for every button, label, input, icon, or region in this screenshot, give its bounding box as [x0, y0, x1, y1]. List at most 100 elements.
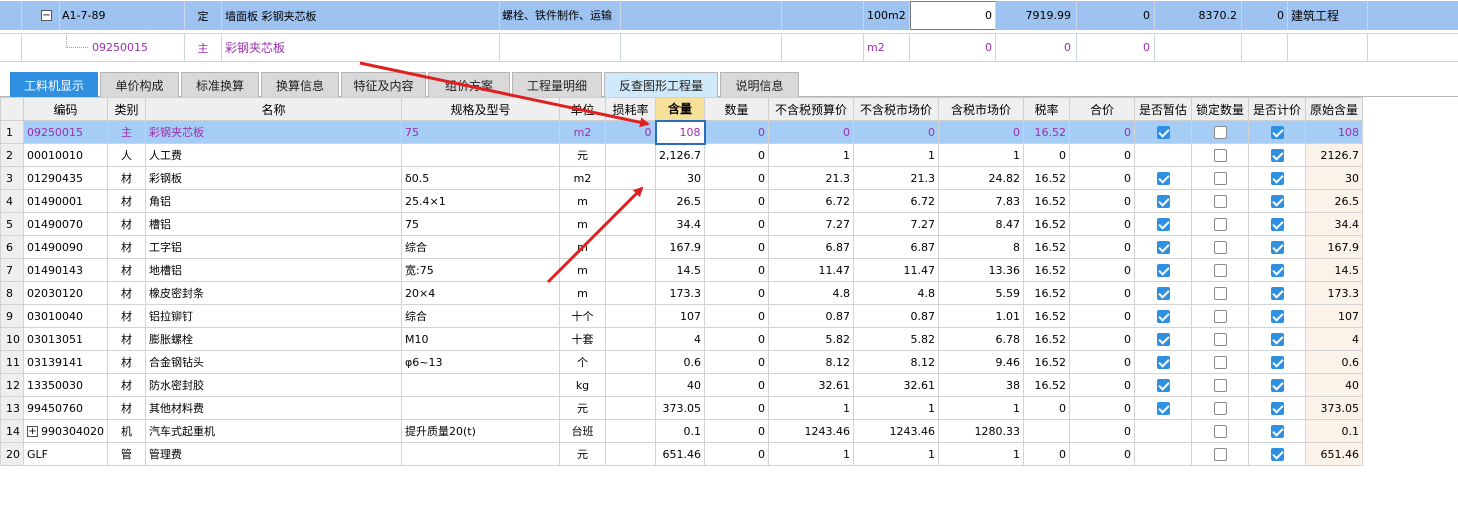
cell-market-price[interactable]: 32.61: [853, 373, 939, 397]
cell-quantity[interactable]: 0: [704, 419, 769, 443]
cell-spec[interactable]: M10: [401, 327, 560, 351]
cell-total[interactable]: 0: [1069, 373, 1135, 397]
cell-quantity[interactable]: 0: [704, 396, 769, 420]
cell-loss-rate[interactable]: [605, 350, 656, 374]
item-qty-input[interactable]: 0: [910, 1, 996, 30]
cell-is-estimate[interactable]: [1134, 304, 1192, 328]
checkbox[interactable]: [1156, 332, 1170, 346]
cell-is-priced[interactable]: [1248, 258, 1306, 282]
checkbox[interactable]: [1213, 286, 1227, 300]
cell-spec[interactable]: 综合: [401, 304, 560, 328]
cell-is-estimate[interactable]: [1134, 235, 1192, 259]
cell-unit[interactable]: 元: [559, 143, 606, 167]
cell-content[interactable]: 2,126.7: [655, 143, 705, 167]
collapse-icon[interactable]: −: [41, 10, 52, 21]
checkbox[interactable]: [1270, 447, 1284, 461]
table-row[interactable]: 4 01490001 材角铝 25.4×1 m 26.5 0 6.72 6.72 7.83 16.5…: [0, 189, 1363, 213]
cell-name[interactable]: 彩钢板: [145, 166, 402, 190]
cell-budget-price[interactable]: 1: [768, 442, 854, 466]
cell-is-estimate[interactable]: [1134, 327, 1192, 351]
cell-is-estimate[interactable]: [1134, 373, 1192, 397]
checkbox[interactable]: [1270, 309, 1284, 323]
cell-is-estimate[interactable]: [1134, 419, 1192, 443]
cell-quantity[interactable]: 0: [704, 258, 769, 282]
table-row[interactable]: 9 03010040 材铝拉铆钉 综合 十个 107 0 0.87 0.87 1.01 16.52 0…: [0, 304, 1363, 328]
cell-unit[interactable]: m2: [559, 166, 606, 190]
cell-name[interactable]: 地槽铝: [145, 258, 402, 282]
cell-is-estimate[interactable]: [1134, 442, 1192, 466]
cell-market-price[interactable]: 0: [853, 120, 939, 144]
cell-market-price[interactable]: 21.3: [853, 166, 939, 190]
header-lock-qty[interactable]: 锁定数量: [1191, 97, 1249, 121]
cell-category[interactable]: 人: [107, 143, 146, 167]
cell-quantity[interactable]: 0: [704, 281, 769, 305]
cell-tax-market-price[interactable]: 7.83: [938, 189, 1024, 213]
table-row[interactable]: 12 13350030 材防水密封胶 kg 40 0 32.61 32.61 38 16.52 0 4…: [0, 373, 1363, 397]
cell-unit[interactable]: 个: [559, 350, 606, 374]
cell-tax-market-price[interactable]: 5.59: [938, 281, 1024, 305]
table-row[interactable]: 20 GLF 管管理费元 651.46 0 1 1 1 0 0 651.46: [0, 442, 1363, 466]
cell-is-priced[interactable]: [1248, 120, 1306, 144]
cell-budget-price[interactable]: 0.87: [768, 304, 854, 328]
cell-total[interactable]: 0: [1069, 143, 1135, 167]
header-content[interactable]: 含量: [655, 97, 705, 121]
cell-quantity[interactable]: 0: [704, 120, 769, 144]
cell-is-priced[interactable]: [1248, 373, 1306, 397]
checkbox[interactable]: [1156, 401, 1170, 415]
cell-category[interactable]: 材: [107, 258, 146, 282]
cell-name[interactable]: 其他材料费: [145, 396, 402, 420]
cell-tax-market-price[interactable]: 6.78: [938, 327, 1024, 351]
checkbox[interactable]: [1213, 332, 1227, 346]
cell-name[interactable]: 合金钢钻头: [145, 350, 402, 374]
cell-unit[interactable]: 十个: [559, 304, 606, 328]
checkbox[interactable]: [1156, 171, 1170, 185]
cell-is-estimate[interactable]: [1134, 281, 1192, 305]
cell-code[interactable]: 00010010: [23, 143, 108, 167]
cell-name[interactable]: 膨胀螺栓: [145, 327, 402, 351]
item-row-selected[interactable]: − A1-7-89 定 墙面板 彩钢夹芯板 螺栓、铁件制作、运输 100m2 0…: [0, 1, 1458, 30]
cell-market-price[interactable]: 1: [853, 442, 939, 466]
cell-market-price[interactable]: 6.72: [853, 189, 939, 213]
checkbox[interactable]: [1270, 263, 1284, 277]
checkbox[interactable]: [1270, 240, 1284, 254]
cell-quantity[interactable]: 0: [704, 350, 769, 374]
cell-code[interactable]: GLF: [23, 442, 108, 466]
cell-is-priced[interactable]: [1248, 350, 1306, 374]
cell-lock-qty[interactable]: [1191, 327, 1249, 351]
header-spec[interactable]: 规格及型号: [401, 97, 560, 121]
cell-content[interactable]: 34.4: [655, 212, 705, 236]
header-budget-price[interactable]: 不含税预算价: [768, 97, 854, 121]
cell-market-price[interactable]: 6.87: [853, 235, 939, 259]
checkbox[interactable]: [1156, 355, 1170, 369]
cell-total[interactable]: 0: [1069, 396, 1135, 420]
cell-budget-price[interactable]: 4.8: [768, 281, 854, 305]
checkbox[interactable]: [1213, 447, 1227, 461]
cell-loss-rate[interactable]: [605, 419, 656, 443]
cell-market-price[interactable]: 5.82: [853, 327, 939, 351]
cell-tax-rate[interactable]: 16.52: [1023, 327, 1070, 351]
cell-spec[interactable]: δ0.5: [401, 166, 560, 190]
checkbox[interactable]: [1213, 148, 1227, 162]
checkbox[interactable]: [1270, 424, 1284, 438]
table-row[interactable]: 13 99450760 材其他材料费元 373.05 0 1 1 1 0 0 373.05: [0, 396, 1363, 420]
cell-code[interactable]: 02030120: [23, 281, 108, 305]
header-name[interactable]: 名称: [145, 97, 402, 121]
cell-is-priced[interactable]: [1248, 442, 1306, 466]
cell-total[interactable]: 0: [1069, 442, 1135, 466]
header-total[interactable]: 合价: [1069, 97, 1135, 121]
cell-quantity[interactable]: 0: [704, 304, 769, 328]
cell-code[interactable]: 09250015: [23, 120, 108, 144]
cell-total[interactable]: 0: [1069, 281, 1135, 305]
header-is-priced[interactable]: 是否计价: [1248, 97, 1306, 121]
cell-tax-market-price[interactable]: 9.46: [938, 350, 1024, 374]
cell-tax-rate[interactable]: 16.52: [1023, 212, 1070, 236]
checkbox[interactable]: [1213, 309, 1227, 323]
cell-tax-rate[interactable]: 16.52: [1023, 304, 1070, 328]
header-category[interactable]: 类别: [107, 97, 146, 121]
tab-standard-conversion[interactable]: 标准换算: [181, 72, 259, 97]
cell-unit[interactable]: m: [559, 189, 606, 213]
cell-total[interactable]: 0: [1069, 258, 1135, 282]
header-tax-market-price[interactable]: 含税市场价: [938, 97, 1024, 121]
cell-category[interactable]: 材: [107, 350, 146, 374]
cell-tax-market-price[interactable]: 1280.33: [938, 419, 1024, 443]
